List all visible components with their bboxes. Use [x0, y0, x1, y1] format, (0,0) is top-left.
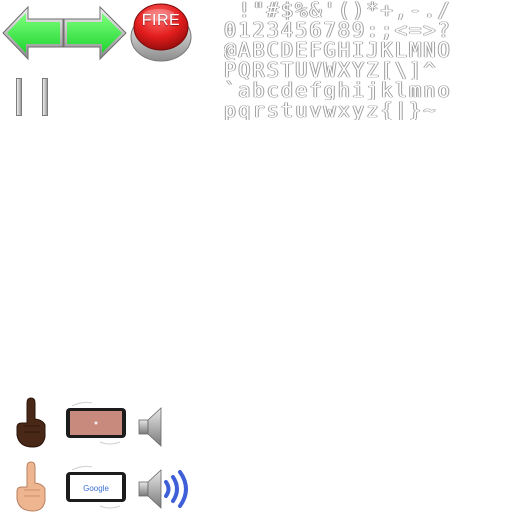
font-atlas-row: `abcdefghijklmno — [224, 80, 452, 100]
pause-bar-right — [42, 78, 48, 116]
phone-browser-icon: Google — [62, 464, 130, 510]
font-atlas-row: PQRSTUVWXYZ[\]^_ — [224, 60, 452, 80]
arrow-left-icon — [2, 5, 64, 61]
phone-brand-text: Google — [83, 484, 109, 493]
fire-button-base-icon — [130, 3, 192, 62]
finger-tap-light-icon — [14, 460, 48, 512]
speaker-muted-icon — [136, 405, 166, 449]
pause-button[interactable] — [12, 78, 56, 118]
font-atlas: !"#$%&'()*+,-./ 0123456789:;<=>? @ABCDEF… — [224, 0, 486, 122]
speaker-sound-icon — [136, 466, 196, 512]
pause-bar-left — [16, 78, 22, 116]
right-arrow-button[interactable] — [63, 4, 128, 62]
font-atlas-row: pqrstuvwxyz{|}~ — [224, 100, 438, 120]
font-atlas-row: 0123456789:;<=>? — [224, 20, 452, 40]
fire-button[interactable]: FIRE — [129, 1, 193, 63]
font-atlas-row: @ABCDEFGHIJKLMNO — [224, 40, 452, 60]
phone-tilt-icon — [62, 400, 130, 446]
font-atlas-row: !"#$%&'()*+,-./ — [224, 0, 452, 20]
fire-label: FIRE — [141, 12, 181, 29]
arrow-right-icon — [63, 5, 127, 61]
left-arrow-button[interactable] — [1, 4, 64, 62]
finger-tap-dark-icon — [14, 396, 48, 448]
